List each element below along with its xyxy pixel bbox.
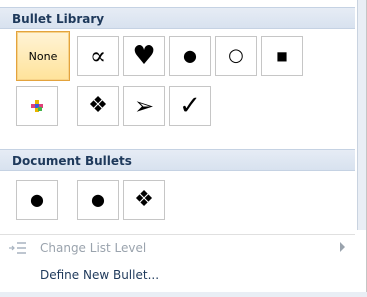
doc-bullet-diamond-cluster-tile[interactable]: ❖	[123, 180, 165, 220]
none-label: None	[28, 49, 58, 63]
scrollbar[interactable]	[357, 0, 366, 230]
heart-icon: ♥	[132, 41, 156, 71]
bullet-hollow-circle-tile[interactable]: ○	[215, 36, 257, 76]
menu-separator	[0, 234, 355, 235]
panel-bottom-edge	[0, 292, 367, 297]
filled-circle-icon: ●	[183, 46, 197, 65]
bullet-none-tile[interactable]: None	[16, 31, 70, 81]
filled-circle-icon: ●	[30, 190, 44, 209]
doc-bullet-filled-circle-1-tile[interactable]: ●	[16, 180, 58, 220]
bullet-diamond-cluster-tile[interactable]: ❖	[77, 86, 119, 126]
bullet-checkmark-tile[interactable]: ✓	[169, 86, 211, 126]
color-cross-icon	[31, 100, 43, 112]
hollow-circle-icon: ○	[228, 45, 244, 66]
filled-square-icon: ■	[276, 49, 288, 63]
bullet-heart-tile[interactable]: ♥	[123, 36, 165, 76]
change-list-level-menu-item[interactable]: Change List Level	[0, 237, 355, 259]
arrowhead-icon: ➢	[133, 92, 155, 120]
proportional-icon: ∝	[89, 42, 107, 70]
bullet-filled-square-tile[interactable]: ■	[261, 36, 303, 76]
diamond-cluster-icon: ❖	[88, 93, 108, 118]
checkmark-icon: ✓	[179, 91, 201, 121]
doc-bullet-filled-circle-2-tile[interactable]: ●	[77, 180, 119, 220]
define-new-bullet-label: Define New Bullet...	[40, 268, 160, 282]
document-bullets-header: Document Bullets	[0, 149, 355, 171]
change-list-level-label: Change List Level	[40, 241, 147, 255]
change-list-level-icon	[9, 242, 26, 254]
filled-circle-icon: ●	[91, 190, 105, 209]
bullet-arrowhead-tile[interactable]: ➢	[123, 86, 165, 126]
bullet-filled-circle-tile[interactable]: ●	[169, 36, 211, 76]
bullet-color-cross-tile[interactable]	[16, 86, 58, 126]
bullet-library-header: Bullet Library	[0, 7, 355, 29]
define-new-bullet-menu-item[interactable]: Define New Bullet...	[0, 264, 355, 286]
submenu-arrow-icon	[340, 242, 345, 252]
bullet-gallery-panel: Bullet Library None ∝ ♥ ● ○ ■ ❖ ➢ ✓ Docu…	[0, 0, 367, 297]
bullet-proportional-tile[interactable]: ∝	[77, 36, 119, 76]
diamond-cluster-icon: ❖	[134, 187, 154, 212]
